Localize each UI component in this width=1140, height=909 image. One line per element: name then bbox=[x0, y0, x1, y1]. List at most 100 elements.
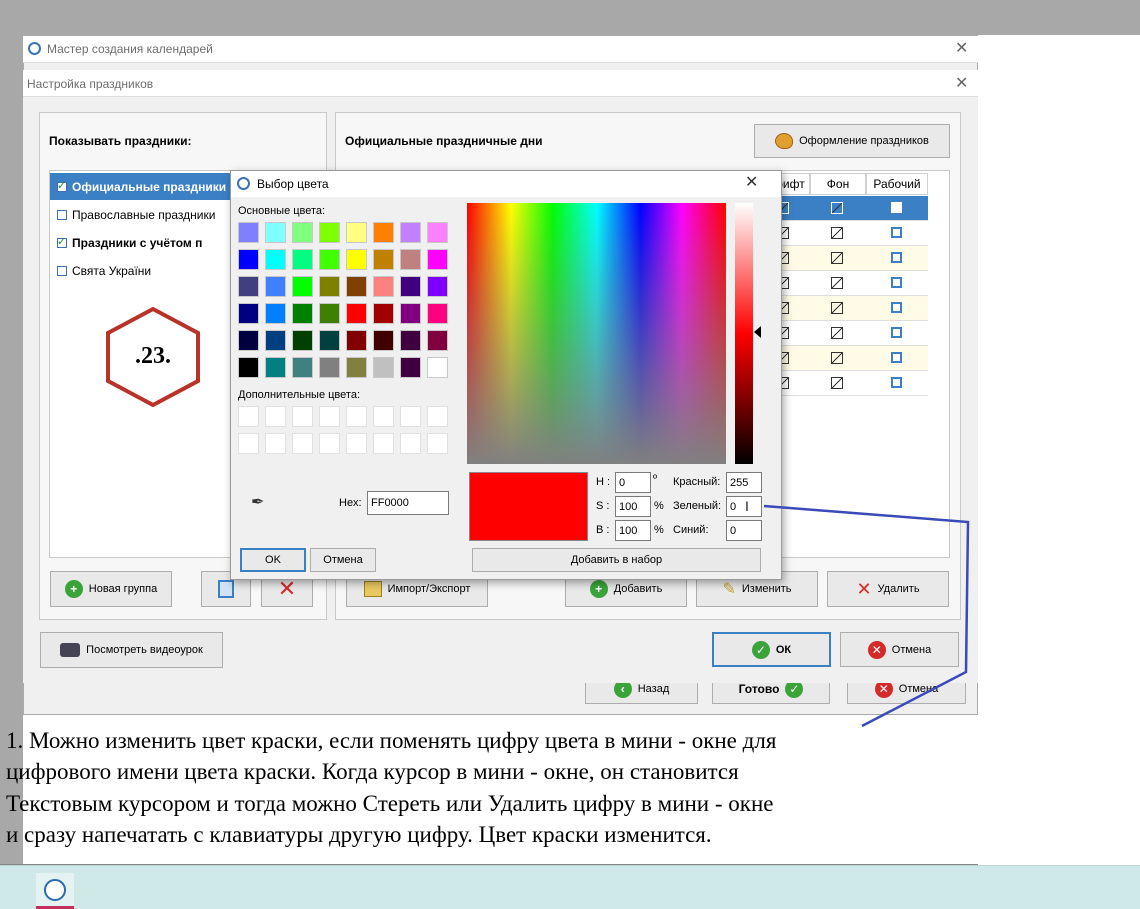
close-icon[interactable]: ✕ bbox=[955, 76, 968, 92]
custom-color-swatch[interactable] bbox=[400, 406, 421, 427]
color-swatch[interactable] bbox=[265, 330, 286, 351]
color-swatch[interactable] bbox=[292, 330, 313, 351]
color-swatch[interactable] bbox=[373, 249, 394, 270]
bg-cell-icon[interactable] bbox=[831, 302, 843, 314]
table-row[interactable] bbox=[760, 296, 928, 321]
color-swatch[interactable] bbox=[265, 357, 286, 378]
color-swatch[interactable] bbox=[346, 357, 367, 378]
h-input[interactable]: 0 bbox=[615, 472, 651, 493]
workday-checkbox[interactable] bbox=[891, 252, 902, 263]
color-swatch[interactable] bbox=[373, 276, 394, 297]
color-swatch[interactable] bbox=[238, 222, 259, 243]
bg-cell-icon[interactable] bbox=[831, 227, 843, 239]
table-row[interactable] bbox=[760, 221, 928, 246]
color-swatch[interactable] bbox=[346, 222, 367, 243]
color-swatch[interactable] bbox=[373, 222, 394, 243]
workday-checkbox[interactable] bbox=[891, 327, 902, 338]
color-swatch[interactable] bbox=[373, 357, 394, 378]
bg-cell-icon[interactable] bbox=[831, 352, 843, 364]
color-swatch[interactable] bbox=[427, 357, 448, 378]
color-swatch[interactable] bbox=[427, 303, 448, 324]
green-input[interactable]: 0 bbox=[726, 496, 762, 517]
bg-cell-icon[interactable] bbox=[831, 327, 843, 339]
custom-color-swatch[interactable] bbox=[346, 406, 367, 427]
taskbar-app-button[interactable] bbox=[36, 873, 74, 909]
color-swatch[interactable] bbox=[319, 276, 340, 297]
color-swatch[interactable] bbox=[373, 303, 394, 324]
color-swatch[interactable] bbox=[400, 330, 421, 351]
bg-cell-icon[interactable] bbox=[831, 252, 843, 264]
checkbox[interactable] bbox=[57, 209, 67, 220]
close-icon[interactable]: ✕ bbox=[745, 175, 758, 191]
eyedropper-icon[interactable]: ✒ bbox=[251, 492, 264, 512]
checkbox[interactable] bbox=[57, 265, 67, 276]
color-cancel-button[interactable]: Отмена bbox=[310, 548, 376, 572]
color-swatch[interactable] bbox=[265, 303, 286, 324]
s-input[interactable]: 100 bbox=[615, 496, 651, 517]
custom-color-swatch[interactable] bbox=[400, 433, 421, 454]
ok-button[interactable]: ✓ ОК bbox=[712, 632, 831, 667]
workday-checkbox[interactable] bbox=[891, 227, 902, 238]
color-swatch[interactable] bbox=[319, 357, 340, 378]
color-swatch[interactable] bbox=[292, 276, 313, 297]
table-row[interactable] bbox=[760, 346, 928, 371]
color-swatch[interactable] bbox=[319, 222, 340, 243]
custom-color-swatch[interactable] bbox=[427, 406, 448, 427]
color-swatch[interactable] bbox=[265, 249, 286, 270]
color-swatch[interactable] bbox=[292, 303, 313, 324]
custom-color-swatch[interactable] bbox=[346, 433, 367, 454]
color-swatch[interactable] bbox=[238, 303, 259, 324]
color-swatch[interactable] bbox=[319, 330, 340, 351]
color-swatch[interactable] bbox=[319, 249, 340, 270]
color-swatch[interactable] bbox=[292, 222, 313, 243]
luminance-pointer-icon[interactable] bbox=[754, 326, 761, 338]
bg-cell-icon[interactable] bbox=[831, 377, 843, 389]
add-to-set-button[interactable]: Добавить в набор bbox=[472, 548, 761, 572]
bg-cell-icon[interactable] bbox=[831, 277, 843, 289]
color-swatch[interactable] bbox=[238, 276, 259, 297]
custom-color-swatch[interactable] bbox=[427, 433, 448, 454]
workday-checkbox[interactable] bbox=[891, 352, 902, 363]
color-swatch[interactable] bbox=[292, 249, 313, 270]
color-swatch[interactable] bbox=[400, 222, 421, 243]
close-icon[interactable]: ✕ bbox=[955, 41, 968, 57]
custom-color-swatch[interactable] bbox=[238, 433, 259, 454]
checkbox[interactable] bbox=[57, 235, 67, 248]
luminance-bar[interactable] bbox=[735, 203, 753, 464]
column-header-bg[interactable]: Фон bbox=[810, 173, 866, 195]
color-swatch[interactable] bbox=[427, 276, 448, 297]
color-swatch[interactable] bbox=[238, 357, 259, 378]
list-item[interactable]: Свята України bbox=[50, 257, 151, 284]
color-swatch[interactable] bbox=[238, 330, 259, 351]
custom-color-swatch[interactable] bbox=[319, 406, 340, 427]
color-ok-button[interactable]: OK bbox=[240, 548, 306, 572]
color-swatch[interactable] bbox=[292, 357, 313, 378]
workday-checkbox[interactable] bbox=[891, 377, 902, 388]
color-swatch[interactable] bbox=[265, 222, 286, 243]
workday-checkbox[interactable] bbox=[891, 302, 902, 313]
color-swatch[interactable] bbox=[346, 249, 367, 270]
color-swatch[interactable] bbox=[427, 249, 448, 270]
color-swatch[interactable] bbox=[400, 276, 421, 297]
holiday-design-button[interactable]: Оформление праздников bbox=[754, 124, 950, 158]
column-header-workday[interactable]: Рабочий bbox=[866, 173, 928, 195]
table-row[interactable] bbox=[760, 271, 928, 296]
b-input[interactable]: 100 bbox=[615, 520, 651, 541]
color-spectrum[interactable] bbox=[467, 203, 726, 464]
color-swatch[interactable] bbox=[346, 330, 367, 351]
hex-input[interactable]: FF0000 bbox=[367, 491, 449, 515]
custom-color-swatch[interactable] bbox=[319, 433, 340, 454]
color-swatch[interactable] bbox=[265, 276, 286, 297]
color-swatch[interactable] bbox=[400, 249, 421, 270]
table-row[interactable] bbox=[760, 196, 928, 221]
color-swatch[interactable] bbox=[319, 303, 340, 324]
workday-checkbox[interactable] bbox=[891, 277, 902, 288]
delete-button[interactable]: ✕ Удалить bbox=[827, 571, 949, 607]
color-swatch[interactable] bbox=[427, 222, 448, 243]
custom-color-swatch[interactable] bbox=[373, 433, 394, 454]
cancel-button[interactable]: ✕ Отмена bbox=[840, 632, 959, 667]
list-item[interactable]: Православные праздники bbox=[50, 201, 215, 228]
new-group-button[interactable]: + Новая группа bbox=[50, 571, 172, 607]
color-swatch[interactable] bbox=[346, 303, 367, 324]
custom-color-swatch[interactable] bbox=[265, 433, 286, 454]
